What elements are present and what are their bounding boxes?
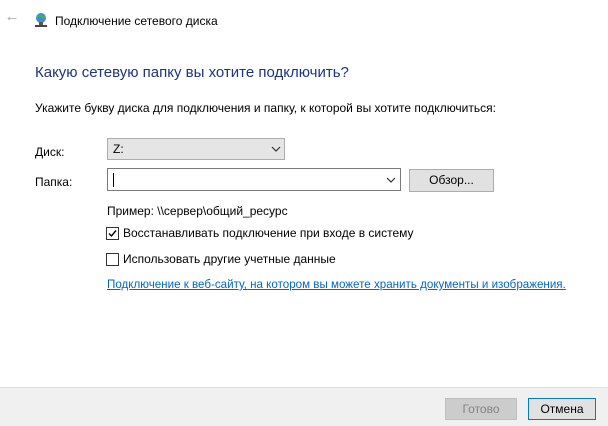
footer-bar: Готово Отмена	[0, 387, 608, 426]
cancel-button[interactable]: Отмена	[528, 398, 596, 420]
folder-input[interactable]	[107, 168, 401, 191]
chevron-down-icon	[271, 146, 281, 152]
chevron-down-icon[interactable]	[386, 176, 396, 184]
website-link[interactable]: Подключение к веб-сайту, на котором вы м…	[107, 278, 566, 291]
page-heading: Какую сетевую папку вы хотите подключить…	[35, 64, 349, 81]
browse-button[interactable]: Обзор...	[409, 169, 494, 192]
checkmark-icon	[108, 230, 117, 238]
checkbox-unchecked[interactable]	[106, 253, 119, 266]
reconnect-label: Восстанавливать подключение при входе в …	[123, 226, 414, 240]
folder-label: Папка:	[35, 175, 73, 189]
instruction-text: Укажите букву диска для подключения и па…	[35, 101, 496, 115]
network-drive-icon	[35, 13, 47, 27]
done-button[interactable]: Готово	[445, 398, 517, 420]
disk-select-value: Z:	[113, 142, 124, 156]
disk-label: Диск:	[35, 145, 65, 159]
window-title: Подключение сетевого диска	[55, 14, 218, 28]
example-text: Пример: \\сервер\общий_ресурс	[107, 204, 288, 218]
checkbox-checked[interactable]	[106, 227, 119, 240]
disk-select[interactable]: Z:	[107, 138, 285, 160]
back-arrow-icon[interactable]: ←	[4, 9, 20, 25]
other-credentials-label: Использовать другие учетные данные	[123, 252, 336, 266]
text-caret	[113, 173, 114, 187]
